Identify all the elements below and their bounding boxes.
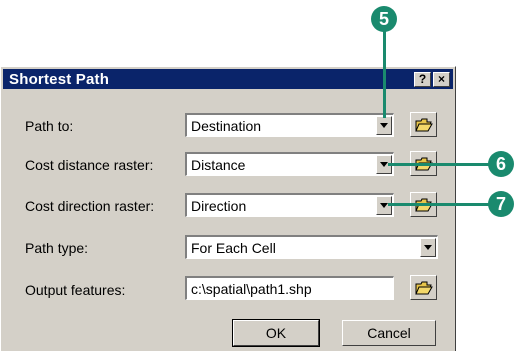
ok-button[interactable]: OK: [232, 319, 320, 347]
callout-7: 7: [488, 191, 514, 217]
open-folder-icon: [415, 118, 433, 132]
path-to-browse-button[interactable]: [410, 112, 437, 137]
callout-6: 6: [488, 151, 514, 177]
chevron-down-icon[interactable]: [420, 238, 436, 257]
path-type-label: Path type:: [25, 240, 89, 256]
callout-6-leader: [388, 163, 492, 166]
path-to-label: Path to:: [25, 118, 74, 134]
cost-direction-dropdown[interactable]: Direction: [185, 193, 394, 217]
open-folder-icon: [415, 281, 433, 295]
cost-distance-label: Cost distance raster:: [25, 157, 154, 173]
chevron-down-icon[interactable]: [376, 116, 392, 135]
cancel-button[interactable]: Cancel: [342, 320, 436, 346]
cost-direction-value: Direction: [191, 198, 247, 214]
path-type-value: For Each Cell: [191, 240, 276, 256]
path-type-dropdown[interactable]: For Each Cell: [185, 235, 438, 259]
output-features-input[interactable]: c:\spatial\path1.shp: [185, 276, 394, 300]
path-to-value: Destination: [191, 118, 262, 134]
callout-5: 5: [371, 6, 397, 32]
cost-direction-label: Cost direction raster:: [25, 198, 155, 214]
cost-distance-value: Distance: [191, 157, 246, 173]
callout-7-leader: [388, 203, 492, 206]
output-features-label: Output features:: [25, 282, 126, 298]
path-to-dropdown[interactable]: Destination: [185, 113, 394, 137]
output-features-value: c:\spatial\path1.shp: [191, 281, 312, 297]
help-button[interactable]: ?: [414, 72, 431, 87]
output-features-browse-button[interactable]: [410, 275, 437, 300]
cost-distance-dropdown[interactable]: Distance: [185, 152, 394, 176]
dialog-title: Shortest Path: [9, 71, 110, 88]
callout-5-leader: [383, 30, 386, 118]
close-button[interactable]: ×: [433, 72, 450, 87]
